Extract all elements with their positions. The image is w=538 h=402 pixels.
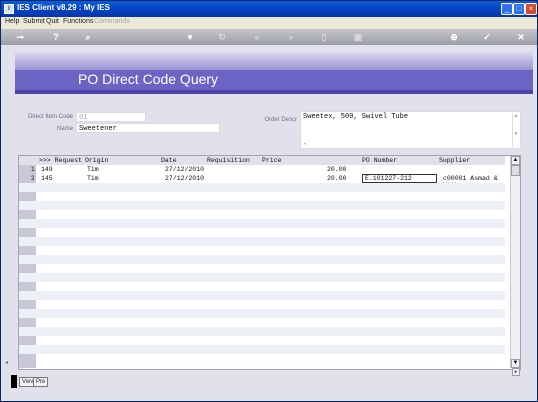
col-date[interactable]: Date — [161, 157, 177, 164]
empty-row — [19, 210, 505, 219]
toolbar: ⊸ ? ⌕ ♥ ↻ « » ▯ ▣ ⊕ ✓ ✕ — [1, 29, 537, 45]
empty-row — [19, 228, 505, 237]
menu-quit[interactable]: Quit — [46, 18, 59, 25]
scroll-up-icon[interactable]: ▲ — [511, 156, 520, 165]
tab-pre[interactable]: Pre — [33, 377, 49, 387]
title-bar: i IES Client v8.29 : My IES _ □ × — [1, 1, 537, 17]
cell-date: 27/12/2010 — [165, 175, 205, 182]
order-descr-field[interactable]: Sweetex, 500, Swivel Tube ▲ ▼ ◂ — [300, 111, 521, 149]
direct-item-code-field[interactable]: 01 — [76, 112, 146, 122]
cell-po-number[interactable]: E.101227-212 — [362, 174, 437, 183]
heart-icon[interactable]: ♥ — [184, 31, 196, 43]
check-icon[interactable]: ✓ — [481, 31, 493, 43]
close-icon[interactable]: ✕ — [515, 31, 527, 43]
help-icon[interactable]: ? — [50, 31, 62, 43]
refresh-icon[interactable]: ↻ — [216, 31, 228, 43]
col-request[interactable]: >>> Request — [39, 157, 82, 164]
order-descr-hscroll-left-icon[interactable]: ◂ — [303, 141, 306, 147]
scroll-thumb[interactable] — [511, 165, 520, 176]
empty-row — [19, 246, 505, 255]
empty-row — [19, 264, 505, 273]
table-row[interactable]: 2 145 Tim 27/12/2010 20.00 E.101227-212 … — [19, 174, 505, 189]
empty-row — [19, 237, 505, 246]
empty-row — [19, 291, 505, 300]
menu-functions[interactable]: Functions — [63, 18, 93, 25]
key-icon[interactable]: ⊸ — [11, 31, 29, 43]
menu-commands: Commands — [94, 18, 130, 25]
cell-date: 27/12/2010 — [165, 166, 205, 173]
direct-item-code-label: Direct Item Code — [27, 114, 73, 120]
minimize-button[interactable]: _ — [501, 3, 513, 15]
empty-row — [19, 273, 505, 282]
empty-row — [19, 255, 505, 264]
cell-price: 20.00 — [327, 175, 347, 182]
side-handle[interactable]: ◂ — [5, 359, 15, 371]
order-descr-text: Sweetex, 500, Swivel Tube — [303, 113, 409, 121]
cell-origin: Tim — [87, 166, 99, 173]
document-icon[interactable]: ▯ — [318, 31, 330, 43]
page-title: PO Direct Code Query — [78, 71, 219, 87]
results-grid: >>> Request Origin Date Requisition Pric… — [18, 155, 521, 376]
app-window: i IES Client v8.29 : My IES _ □ × Help S… — [0, 0, 538, 402]
empty-row — [19, 300, 505, 309]
window-title: IES Client v8.29 : My IES — [17, 3, 110, 12]
empty-row — [19, 219, 505, 228]
close-window-button[interactable]: × — [525, 3, 537, 15]
col-requisition[interactable]: Requisition — [207, 157, 250, 164]
empty-row — [19, 183, 505, 192]
col-origin[interactable]: Origin — [85, 157, 108, 164]
row-number: 2 — [31, 175, 35, 182]
menu-submit[interactable]: Submit — [23, 18, 45, 25]
empty-row — [19, 345, 505, 354]
empty-row — [19, 327, 505, 336]
order-descr-label: Order Descr — [264, 117, 297, 123]
grid-header: >>> Request Origin Date Requisition Pric… — [19, 156, 505, 165]
empty-row — [19, 192, 505, 201]
menu-bar: Help Submit Quit Functions Commands — [1, 17, 537, 29]
banner-bottom — [15, 90, 533, 94]
col-supplier[interactable]: Supplier — [439, 157, 470, 164]
cell-origin: Tim — [87, 175, 99, 182]
order-descr-scrollbar[interactable]: ▲ ▼ — [512, 113, 519, 147]
empty-row — [19, 309, 505, 318]
add-icon[interactable]: ⊕ — [448, 31, 460, 43]
cell-request: 145 — [41, 175, 53, 182]
app-icon: i — [4, 4, 14, 14]
scroll-right-icon[interactable]: ▸ — [512, 368, 520, 376]
row-number: 1 — [31, 166, 35, 173]
name-field[interactable]: Sweetener — [76, 123, 220, 133]
bottom-panel-icon — [11, 375, 17, 388]
scroll-down-icon[interactable]: ▼ — [511, 359, 520, 368]
empty-row — [19, 282, 505, 291]
grid-vertical-scrollbar[interactable]: ▲ ▼ — [510, 156, 520, 368]
empty-row — [19, 201, 505, 210]
rewind-icon[interactable]: « — [251, 31, 263, 43]
save-icon[interactable]: ▣ — [352, 31, 364, 43]
banner-top — [15, 50, 533, 70]
empty-row — [19, 354, 505, 363]
empty-row — [19, 318, 505, 327]
table-row[interactable]: 1 149 Tim 27/12/2010 20.00 — [19, 165, 505, 174]
menu-help[interactable]: Help — [5, 18, 19, 25]
forward-icon[interactable]: » — [285, 31, 297, 43]
cell-price: 20.00 — [327, 166, 347, 173]
name-label: Name — [56, 126, 73, 132]
grid-horizontal-scrollbar[interactable]: ▸ — [36, 368, 520, 377]
col-po-number[interactable]: PO Number — [362, 157, 397, 164]
search-icon[interactable]: ⌕ — [82, 31, 94, 43]
cell-request: 149 — [41, 166, 53, 173]
maximize-button[interactable]: □ — [513, 3, 525, 15]
empty-row — [19, 336, 505, 345]
col-price[interactable]: Price — [262, 157, 282, 164]
